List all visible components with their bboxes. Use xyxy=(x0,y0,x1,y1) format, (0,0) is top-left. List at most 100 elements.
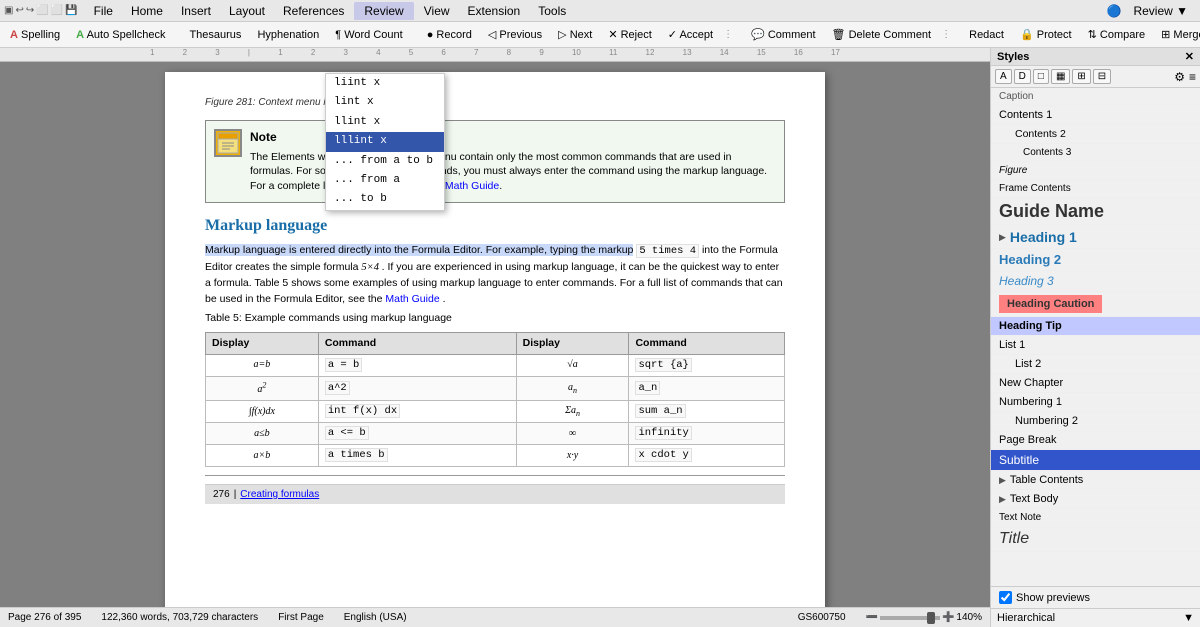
reject-btn[interactable]: ✕ Reject xyxy=(602,26,657,43)
style-numbering1[interactable]: Numbering 1 xyxy=(991,393,1200,412)
style-numbering2[interactable]: Numbering 2 xyxy=(991,412,1200,431)
styles-delete-btn[interactable]: □ xyxy=(1033,69,1049,84)
autocomplete-item[interactable]: ... from a xyxy=(326,171,444,190)
style-contents1[interactable]: Contents 1 xyxy=(991,106,1200,125)
menu-review[interactable]: Review xyxy=(354,2,413,20)
menu-tools[interactable]: Tools xyxy=(530,2,574,20)
more-options-icon[interactable]: ⋮ xyxy=(723,29,733,40)
redact-btn[interactable]: Redact xyxy=(963,27,1010,43)
styles-edit-btn[interactable]: D xyxy=(1014,69,1031,84)
style-caption[interactable]: Caption xyxy=(991,88,1200,106)
style-headingtip[interactable]: Heading Tip xyxy=(991,317,1200,336)
style-contents1-label: Contents 1 xyxy=(999,109,1052,121)
zoom-level: 140% xyxy=(956,612,982,623)
menu-extension[interactable]: Extension xyxy=(460,2,529,20)
style-contents2[interactable]: Contents 2 xyxy=(991,125,1200,144)
help-icon[interactable]: 🔵 xyxy=(1106,4,1121,18)
save-icon[interactable]: 💾 xyxy=(65,5,77,16)
autocomplete-item[interactable]: ... to b xyxy=(326,190,444,209)
menu-references[interactable]: References xyxy=(275,2,352,20)
autocomplete-item[interactable]: llint x xyxy=(326,113,444,132)
note-box: Note The Elements window and the context… xyxy=(205,120,785,203)
spelling-btn[interactable]: A Spelling xyxy=(4,27,66,43)
hierarchical-dropdown[interactable]: Hierarchical ▼ xyxy=(991,608,1200,627)
styles-new-btn[interactable]: A xyxy=(995,69,1012,84)
styles-list-icon[interactable]: ≡ xyxy=(1189,70,1196,84)
styles-update-btn[interactable]: ▦ xyxy=(1051,69,1070,84)
thesaurus-btn[interactable]: Thesaurus xyxy=(183,27,247,43)
menu-file[interactable]: File xyxy=(86,2,121,20)
accept-btn[interactable]: ✓ Accept xyxy=(662,26,719,43)
menu-insert[interactable]: Insert xyxy=(173,2,219,20)
styles-config-icon[interactable]: ⚙ xyxy=(1174,70,1185,84)
zoom-out-icon[interactable]: ➖ xyxy=(866,612,878,623)
menu-view[interactable]: View xyxy=(416,2,458,20)
style-pagebreak-label: Page Break xyxy=(999,434,1056,446)
style-guidename[interactable]: Guide Name xyxy=(991,198,1200,226)
math-guide-link2[interactable]: Math Guide xyxy=(385,293,439,305)
heading1-expand-icon: ▶ xyxy=(999,232,1006,243)
zoom-slider[interactable] xyxy=(880,616,940,620)
styles-panel-toolbar: A D □ ▦ ⊞ ⊟ ⚙ ≡ xyxy=(991,66,1200,88)
pipe-separator: | xyxy=(234,488,237,502)
math-guide-link[interactable]: Math Guide xyxy=(445,180,499,192)
style-textbody[interactable]: ▶ Text Body xyxy=(991,490,1200,509)
wordcount-btn[interactable]: ¶ Word Count xyxy=(329,27,408,43)
compare-btn[interactable]: ⇅ Compare xyxy=(1082,26,1152,43)
style-title[interactable]: Title xyxy=(991,527,1200,552)
style-heading1[interactable]: ▶ Heading 1 xyxy=(991,226,1200,249)
protect-btn[interactable]: 🔒 Protect xyxy=(1014,26,1078,43)
merge-btn[interactable]: ⊞ Merge xyxy=(1155,26,1200,43)
extra-info: GS600750 xyxy=(798,612,846,623)
autocomplete-item[interactable]: liint x xyxy=(326,74,444,93)
show-previews-checkbox[interactable] xyxy=(999,591,1012,604)
auto-spellcheck-btn[interactable]: A Auto Spellcheck xyxy=(70,27,171,43)
chapter-link[interactable]: Creating formulas xyxy=(240,488,319,502)
menu-home[interactable]: Home xyxy=(123,2,171,20)
style-list2[interactable]: List 2 xyxy=(991,355,1200,374)
styles-close-icon[interactable]: ✕ xyxy=(1185,50,1194,63)
autocomplete-popup[interactable]: liint x lint x llint x lllint x ... from… xyxy=(325,73,445,211)
style-list1[interactable]: List 1 xyxy=(991,336,1200,355)
zoom-in-icon[interactable]: ➕ xyxy=(942,612,954,623)
autocomplete-item[interactable]: ... from a to b xyxy=(326,152,444,171)
autocomplete-item-selected[interactable]: lllint x xyxy=(326,132,444,151)
more-options2-icon[interactable]: ⋮ xyxy=(941,29,951,40)
style-subtitle-label: Subtitle xyxy=(999,453,1039,467)
styles-list[interactable]: Caption Contents 1 Contents 2 Contents 3… xyxy=(991,88,1200,586)
styles-panel-footer[interactable]: Show previews xyxy=(991,586,1200,608)
style-tablecontents-label: Table Contents xyxy=(1010,474,1083,486)
style-headingcaution[interactable]: Heading Caution xyxy=(991,292,1200,317)
word-count: 122,360 words, 703,729 characters xyxy=(101,612,258,623)
table-header-command2: Command xyxy=(629,332,785,354)
autocomplete-item[interactable]: lint x xyxy=(326,93,444,112)
delete-comment-btn[interactable]: 🗑 Delete Comment xyxy=(826,26,938,43)
review-dropdown[interactable]: Review ▼ xyxy=(1125,2,1196,20)
style-newchapter[interactable]: New Chapter xyxy=(991,374,1200,393)
style-caption-label: Caption xyxy=(999,91,1033,102)
hyphenation-btn[interactable]: Hyphenation xyxy=(251,27,325,43)
styles-options-btn[interactable]: ⊞ xyxy=(1072,69,1090,84)
style-heading2[interactable]: Heading 2 xyxy=(991,249,1200,271)
comment-btn[interactable]: 💬 Comment xyxy=(745,26,821,43)
style-textnote[interactable]: Text Note xyxy=(991,509,1200,527)
style-framecontents[interactable]: Frame Contents xyxy=(991,180,1200,198)
menu-layout[interactable]: Layout xyxy=(221,2,273,20)
page-container[interactable]: liint x lint x llint x lllint x ... from… xyxy=(0,62,990,627)
style-tablecontents[interactable]: ▶ Table Contents xyxy=(991,471,1200,490)
style-pagebreak[interactable]: Page Break xyxy=(991,431,1200,450)
section-heading: Markup language xyxy=(205,215,785,237)
style-heading3[interactable]: Heading 3 xyxy=(991,271,1200,292)
undo-icon[interactable]: ↩ xyxy=(15,5,23,16)
previous-btn[interactable]: ◁ Previous xyxy=(482,26,548,43)
redo-icon[interactable]: ↪ xyxy=(26,5,34,16)
styles-move-btn[interactable]: ⊟ xyxy=(1093,69,1111,84)
zoom-controls[interactable]: ➖ ➕ 140% xyxy=(866,612,982,623)
style-contents3[interactable]: Contents 3 xyxy=(991,144,1200,162)
table-row: ∫f(x)dx int f(x) dx Σan sum a_n xyxy=(206,400,785,422)
record-btn[interactable]: ● Record xyxy=(421,27,478,43)
textbody-expand-icon: ▶ xyxy=(999,494,1006,505)
next-btn[interactable]: ▷ Next xyxy=(552,26,598,43)
style-subtitle[interactable]: Subtitle xyxy=(991,450,1200,471)
style-figure[interactable]: Figure xyxy=(991,162,1200,180)
